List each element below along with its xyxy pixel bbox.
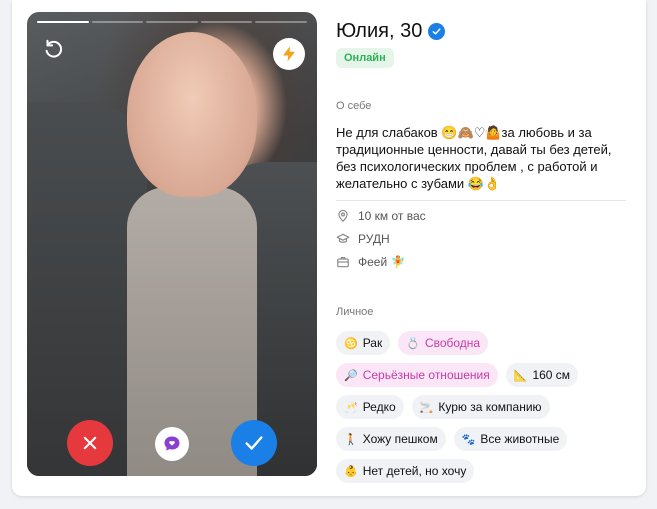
tag-label: Курю за компанию [438,400,542,414]
lightning-icon [283,46,295,62]
like-button[interactable] [231,420,277,466]
personal-tag: ♋ Рак [336,331,391,355]
personal-tag: 🚬 Курю за компанию [411,395,550,419]
divider [336,200,626,201]
education-row: РУДН [336,232,390,246]
message-button[interactable] [155,427,189,461]
photo-progress-segment [200,21,253,23]
photo-progress-segment [91,21,144,23]
checkmark-icon [245,436,263,450]
verified-badge-icon [428,23,446,40]
boost-button[interactable] [273,38,305,70]
tag-label: Нет детей, но хочу [362,464,467,478]
personal-tag: 📐 160 см [505,363,579,387]
personal-tag: 🥂 Редко [336,395,404,419]
tag-label: 160 см [532,368,571,382]
tag-label: Редко [362,400,396,414]
personal-tags: ♋ Рак 💍 Свободна 🔎 Серьёзные отношения 📐 160 см… [336,331,636,483]
tag-label: Все животные [480,432,560,446]
personal-tag: 💍 Свободна [398,331,489,355]
personal-tag: 🐾 Все животные [453,427,568,451]
photo-progress-segment [146,21,198,23]
graduation-cap-icon [336,233,350,243]
location-pin-icon [338,209,348,223]
about-label: О себе [336,100,372,112]
tag-emoji-icon: ♋ [344,337,358,350]
about-text: Не для слабаков 😁🙈♡🤷за любовь и за тради… [336,125,612,191]
tag-label: Серьёзные отношения [362,368,490,382]
personal-label: Личное [336,306,374,318]
online-status-badge: Онлайн [336,48,394,68]
undo-button[interactable] [39,38,67,66]
education-text: РУДН [358,232,390,246]
distance-row: 10 км от вас [336,209,426,223]
personal-tag: 🔎 Серьёзные отношения [336,363,498,387]
profile-name-age: Юлия, 30 [336,20,423,42]
photo-face [127,32,257,197]
tag-emoji-icon: 🐾 [461,433,476,446]
photo-progress-bar [37,21,307,23]
tag-emoji-icon: 🚶 [344,433,358,446]
close-icon [83,436,97,450]
distance-text: 10 км от вас [358,209,426,223]
tag-label: Хожу пешком [362,432,438,446]
profile-card: Юлия, 30 Онлайн О себе Не для слабаков 😁… [12,0,646,496]
tag-emoji-icon: 👶 [344,465,358,478]
tag-emoji-icon: 🔎 [344,369,358,382]
personal-tag: 👶 Нет детей, но хочу [336,459,475,483]
photo-progress-segment [255,21,307,23]
job-text: Феей 🧚 [358,255,406,269]
job-row: Феей 🧚 [336,255,405,269]
chat-bubble-icon [164,436,180,451]
personal-tag: 🚶 Хожу пешком [336,427,446,451]
briefcase-icon [337,257,349,268]
tag-label: Рак [362,336,383,350]
profile-photo[interactable] [27,12,317,476]
tag-emoji-icon: 📐 [513,369,528,382]
tag-emoji-icon: 🥂 [344,401,358,414]
photo-progress-segment [37,21,89,23]
name-row: Юлия, 30 [336,20,446,43]
undo-icon [45,39,63,58]
tag-label: Свободна [424,336,481,350]
tag-emoji-icon: 💍 [406,337,420,350]
dislike-button[interactable] [67,420,113,466]
tag-emoji-icon: 🚬 [419,401,434,414]
